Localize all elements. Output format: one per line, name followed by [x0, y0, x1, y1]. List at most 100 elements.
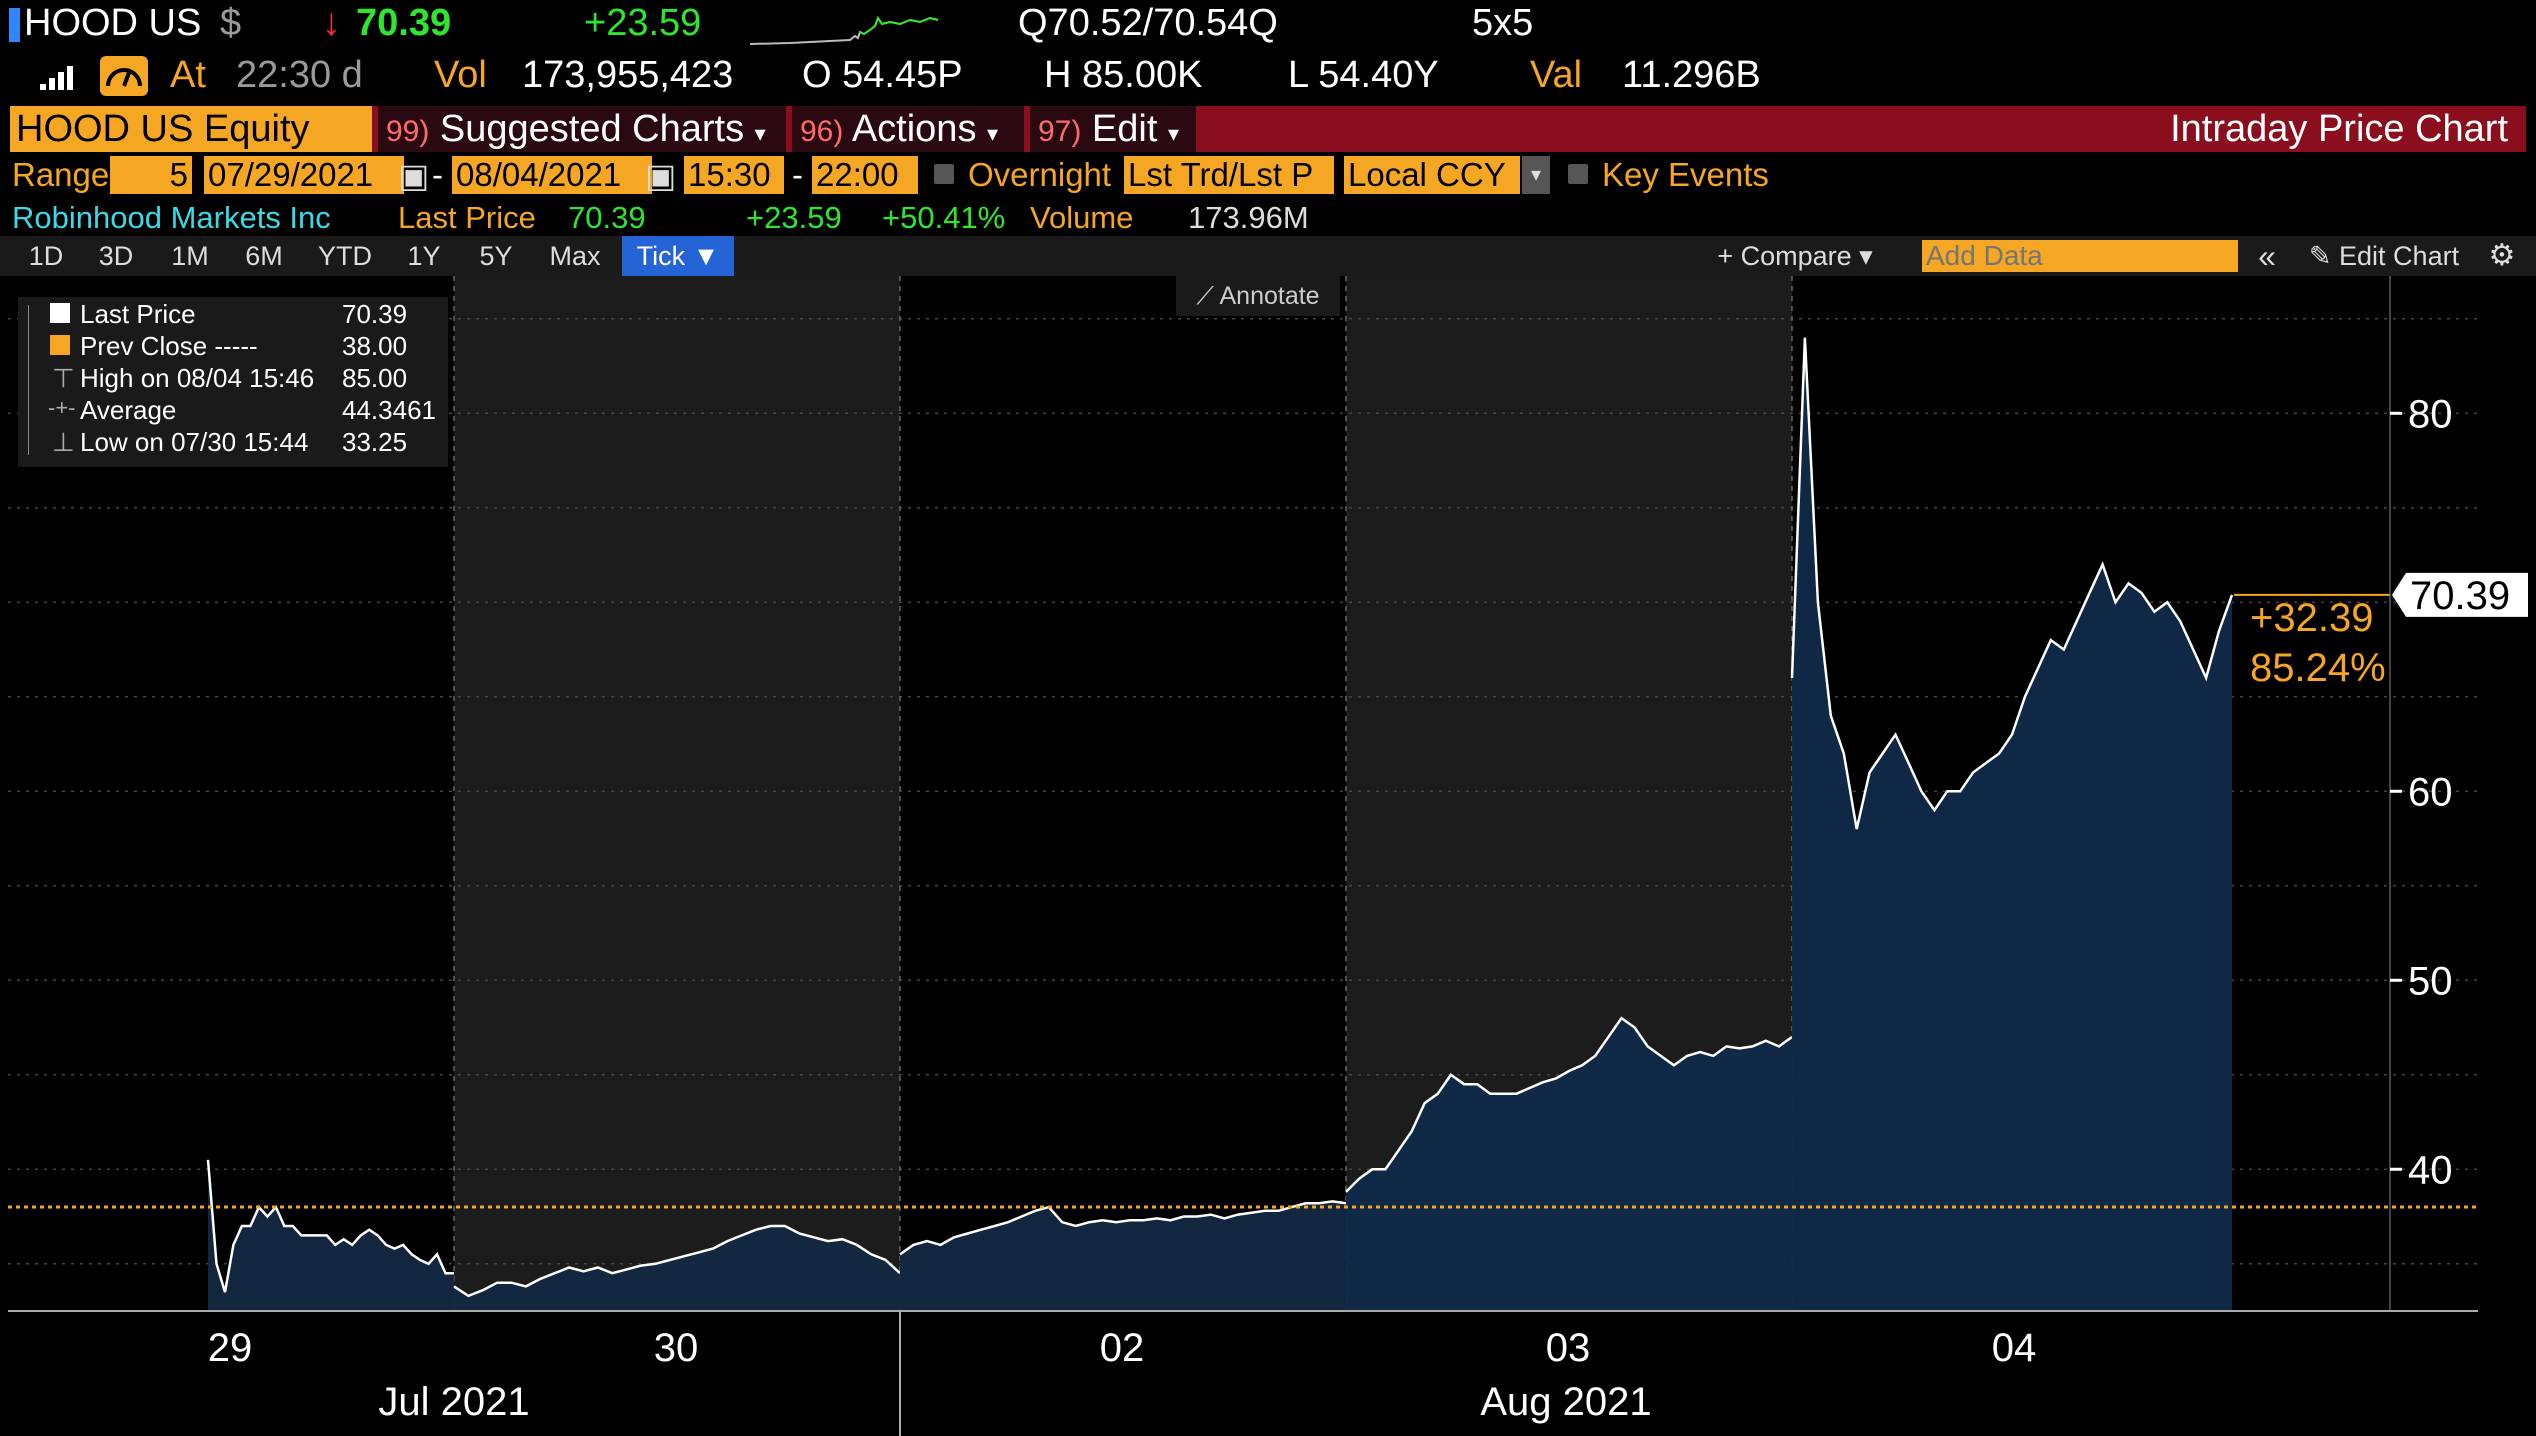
legend-tree-line — [28, 305, 41, 455]
actions-number: 96) — [800, 115, 844, 148]
change-value: +23.59 — [746, 200, 842, 235]
edit-number: 97) — [1038, 115, 1082, 148]
suggested-charts-menu[interactable]: 99) Suggested Charts ▾ — [378, 106, 786, 152]
x-tick-label: 29 — [208, 1326, 253, 1370]
currency: $ — [220, 2, 242, 44]
x-tick-label: 03 — [1546, 1326, 1591, 1370]
start-date-field[interactable]: 07/29/2021 — [204, 156, 404, 194]
period-1m-button[interactable]: 1M — [160, 236, 220, 276]
edit-chart-button[interactable]: ✎ Edit Chart — [2296, 236, 2472, 276]
change-abs-label: +32.39 — [2250, 596, 2373, 640]
sparkline — [750, 15, 939, 45]
period-6m-button[interactable]: 6M — [234, 236, 294, 276]
chart-legend: Last Price 70.39 Prev Close ----- 38.00 … — [18, 297, 448, 467]
high-marker-icon: ⊤ — [52, 363, 75, 393]
chevron-down-icon: ▾ — [987, 121, 999, 146]
period-max-button[interactable]: Max — [540, 236, 610, 276]
net-change: +23.59 — [584, 2, 702, 44]
price-area-day-0 — [208, 1159, 454, 1311]
annotate-button[interactable]: ⟋ Annotate — [1176, 276, 1340, 316]
quote-header: HOOD US $ ↓ 70.39 +23.59 Q70.52/70.54Q 5… — [0, 0, 2536, 48]
key-events-checkbox[interactable] — [1568, 164, 1588, 184]
legend-last-price-label: Last Price — [80, 299, 196, 329]
chart-area: 40 50 60 80 70.39 +32.39 85.24% 29 30 02 03 04 Jul 2… — [0, 276, 2536, 1436]
legend-last-price-value: 70.39 — [342, 299, 408, 329]
key-events-label: Key Events — [1602, 156, 1769, 193]
volume-label: Volume — [1030, 200, 1134, 235]
period-5y-button[interactable]: 5Y — [466, 236, 526, 276]
edit-label: Edit — [1091, 108, 1158, 150]
traded-value: 11.296B — [1622, 54, 1761, 96]
legend-low-label: Low on 07/30 15:44 — [80, 427, 309, 457]
period-1d-button[interactable]: 1D — [18, 236, 74, 276]
overnight-checkbox[interactable] — [934, 164, 954, 184]
legend-high-label: High on 08/04 15:46 — [80, 363, 315, 393]
day-shading — [454, 276, 900, 1311]
security-info: Robinhood Markets Inc Last Price 70.39 +… — [0, 200, 2536, 238]
bid-ask-quote: Q70.52/70.54Q — [1018, 2, 1278, 44]
period-ytd-button[interactable]: YTD — [310, 236, 380, 276]
down-arrow-icon: ↓ — [322, 2, 341, 44]
start-time-field[interactable]: 15:30 — [684, 156, 784, 194]
add-data-input[interactable] — [1922, 240, 2238, 272]
security-field[interactable]: HOOD US Equity — [10, 106, 372, 152]
period-1y-button[interactable]: 1Y — [394, 236, 454, 276]
chevron-down-icon: ▾ — [754, 121, 766, 146]
time-separator: - — [792, 156, 803, 193]
change-percent: +50.41% — [882, 200, 1006, 235]
volume-value: 173.96M — [1188, 200, 1309, 235]
open-price: O 54.45P — [802, 54, 963, 96]
last-price-value: 70.39 — [568, 200, 646, 235]
last-trade-field[interactable]: Lst Trd/Lst P — [1124, 156, 1334, 194]
legend-prev-close-label: Prev Close ----- — [80, 331, 258, 361]
high-price: H 85.00K — [1044, 54, 1203, 96]
edit-menu[interactable]: 97) Edit ▾ — [1030, 106, 1196, 152]
last-price-label: Last Price — [398, 200, 536, 235]
company-name: Robinhood Markets Inc — [12, 200, 331, 235]
legend-low-value: 33.25 — [342, 427, 408, 457]
tick-dropdown[interactable]: Tick ▼ — [622, 236, 734, 276]
volume-label: Vol — [434, 54, 487, 96]
compare-button[interactable]: + Compare ▾ — [1700, 236, 1890, 276]
calendar-icon[interactable]: ▣ — [398, 156, 429, 195]
quote-stats: At 22:30 d Vol 173,955,423 O 54.45P H 85… — [0, 48, 2536, 104]
chevron-down-icon[interactable]: ▾ — [1522, 156, 1550, 194]
last-trade-time: 22:30 d — [236, 54, 363, 96]
signal-icon — [40, 66, 73, 90]
speedometer-icon[interactable] — [100, 56, 148, 96]
prev-close-swatch — [50, 335, 70, 355]
legend-prev-close-value: 38.00 — [342, 331, 408, 361]
end-time-field[interactable]: 22:00 — [812, 156, 918, 194]
x-tick-label: 30 — [654, 1326, 699, 1370]
overnight-label: Overnight — [968, 156, 1112, 193]
y-tick-label: 80 — [2408, 392, 2453, 436]
currency-field[interactable]: Local CCY — [1344, 156, 1520, 194]
actions-menu[interactable]: 96) Actions ▾ — [792, 106, 1024, 152]
average-marker-icon: -+- — [48, 395, 76, 420]
chart-toolbar: 1D 3D 1M 6M YTD 1Y 5Y Max Tick ▼ + Compa… — [0, 236, 2536, 276]
date-separator: - — [432, 156, 443, 193]
month-label: Jul 2021 — [378, 1380, 529, 1424]
low-price: L 54.40Y — [1288, 54, 1439, 96]
period-3d-button[interactable]: 3D — [88, 236, 144, 276]
range-days-field[interactable]: 5 — [110, 156, 192, 194]
range-bar: Range 5 07/29/2021 ▣ - 08/04/2021 ▣ 15:3… — [0, 154, 2536, 198]
security-marker — [9, 8, 20, 42]
chevron-down-icon: ▾ — [1167, 121, 1180, 146]
x-tick-label: 02 — [1100, 1326, 1145, 1370]
y-tick-label: 60 — [2408, 770, 2453, 814]
last-price-swatch — [50, 303, 70, 323]
gear-icon[interactable]: ⚙ — [2482, 236, 2522, 276]
collapse-icon[interactable]: « — [2248, 236, 2286, 276]
ticker[interactable]: HOOD US — [24, 2, 201, 45]
add-data-box — [1922, 240, 2238, 272]
low-marker-icon: ⊥ — [52, 427, 75, 457]
calendar-icon[interactable]: ▣ — [645, 156, 676, 195]
x-tick-label: 04 — [1992, 1326, 2037, 1370]
bid-ask-size: 5x5 — [1472, 2, 1534, 44]
value-label: Val — [1530, 54, 1583, 96]
legend-average-value: 44.3461 — [342, 395, 436, 425]
suggested-charts-number: 99) — [386, 115, 430, 148]
security-field-label: HOOD US Equity — [16, 108, 310, 150]
end-date-field[interactable]: 08/04/2021 — [452, 156, 652, 194]
